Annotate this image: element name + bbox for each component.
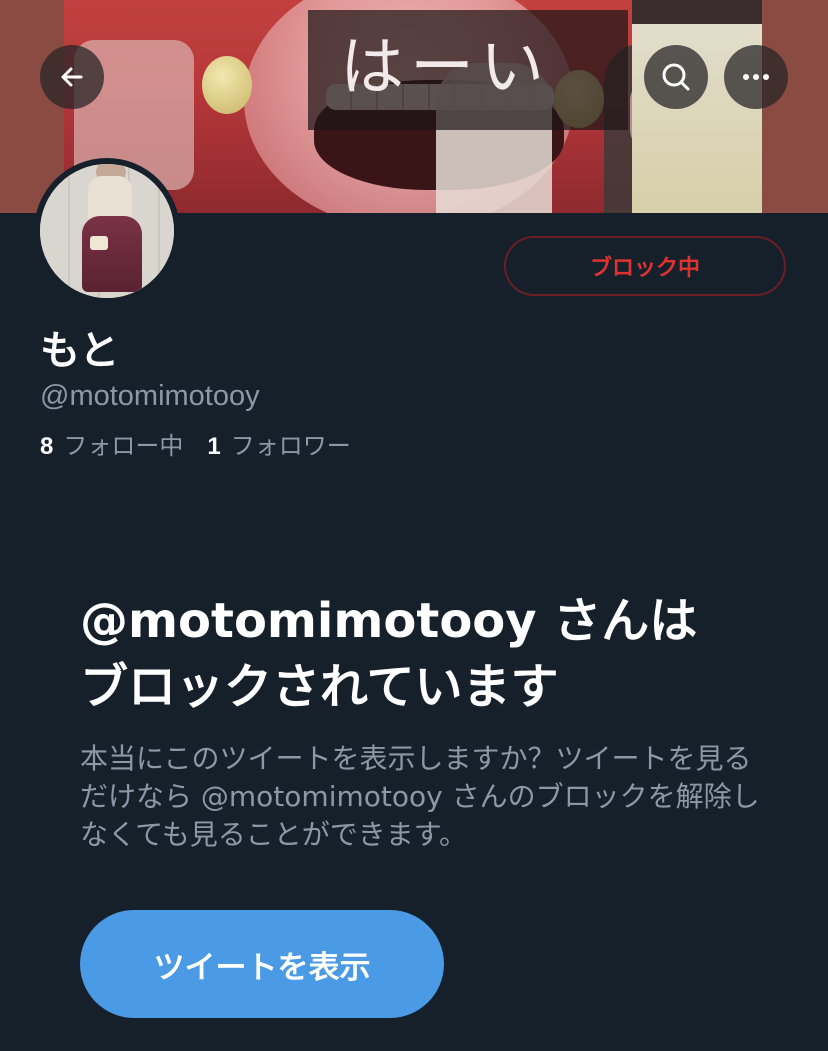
view-tweets-button[interactable]: ツイートを表示 <box>80 910 444 1018</box>
blocked-notice-title: @motomimotooy さんはブロックされています <box>80 593 698 715</box>
banner-sign-text: はーい <box>340 31 550 105</box>
blocked-button[interactable]: ブロック中 <box>504 236 786 296</box>
display-name: もと <box>40 328 120 374</box>
search-icon <box>662 63 690 91</box>
avatar[interactable] <box>34 158 180 304</box>
more-button[interactable] <box>724 45 788 109</box>
arrow-left-icon <box>61 67 83 87</box>
following-label[interactable]: フォロー中 <box>63 426 183 461</box>
followers-label[interactable]: フォロワー <box>231 426 351 461</box>
blocked-notice-description: 本当にこのツイートを表示しますか？ツイートを見るだけなら @motomimoto… <box>80 742 760 851</box>
followers-count[interactable]: 1 <box>207 433 220 461</box>
back-button[interactable] <box>40 45 104 109</box>
user-handle: @motomimotooy <box>40 380 260 412</box>
more-horizontal-icon <box>743 74 769 80</box>
avatar-photo <box>40 164 174 298</box>
follow-stats: 8 フォロー中 1 フォロワー <box>40 426 351 461</box>
following-count[interactable]: 8 <box>40 433 53 461</box>
banner-edge-right <box>762 0 828 213</box>
search-button[interactable] <box>644 45 708 109</box>
